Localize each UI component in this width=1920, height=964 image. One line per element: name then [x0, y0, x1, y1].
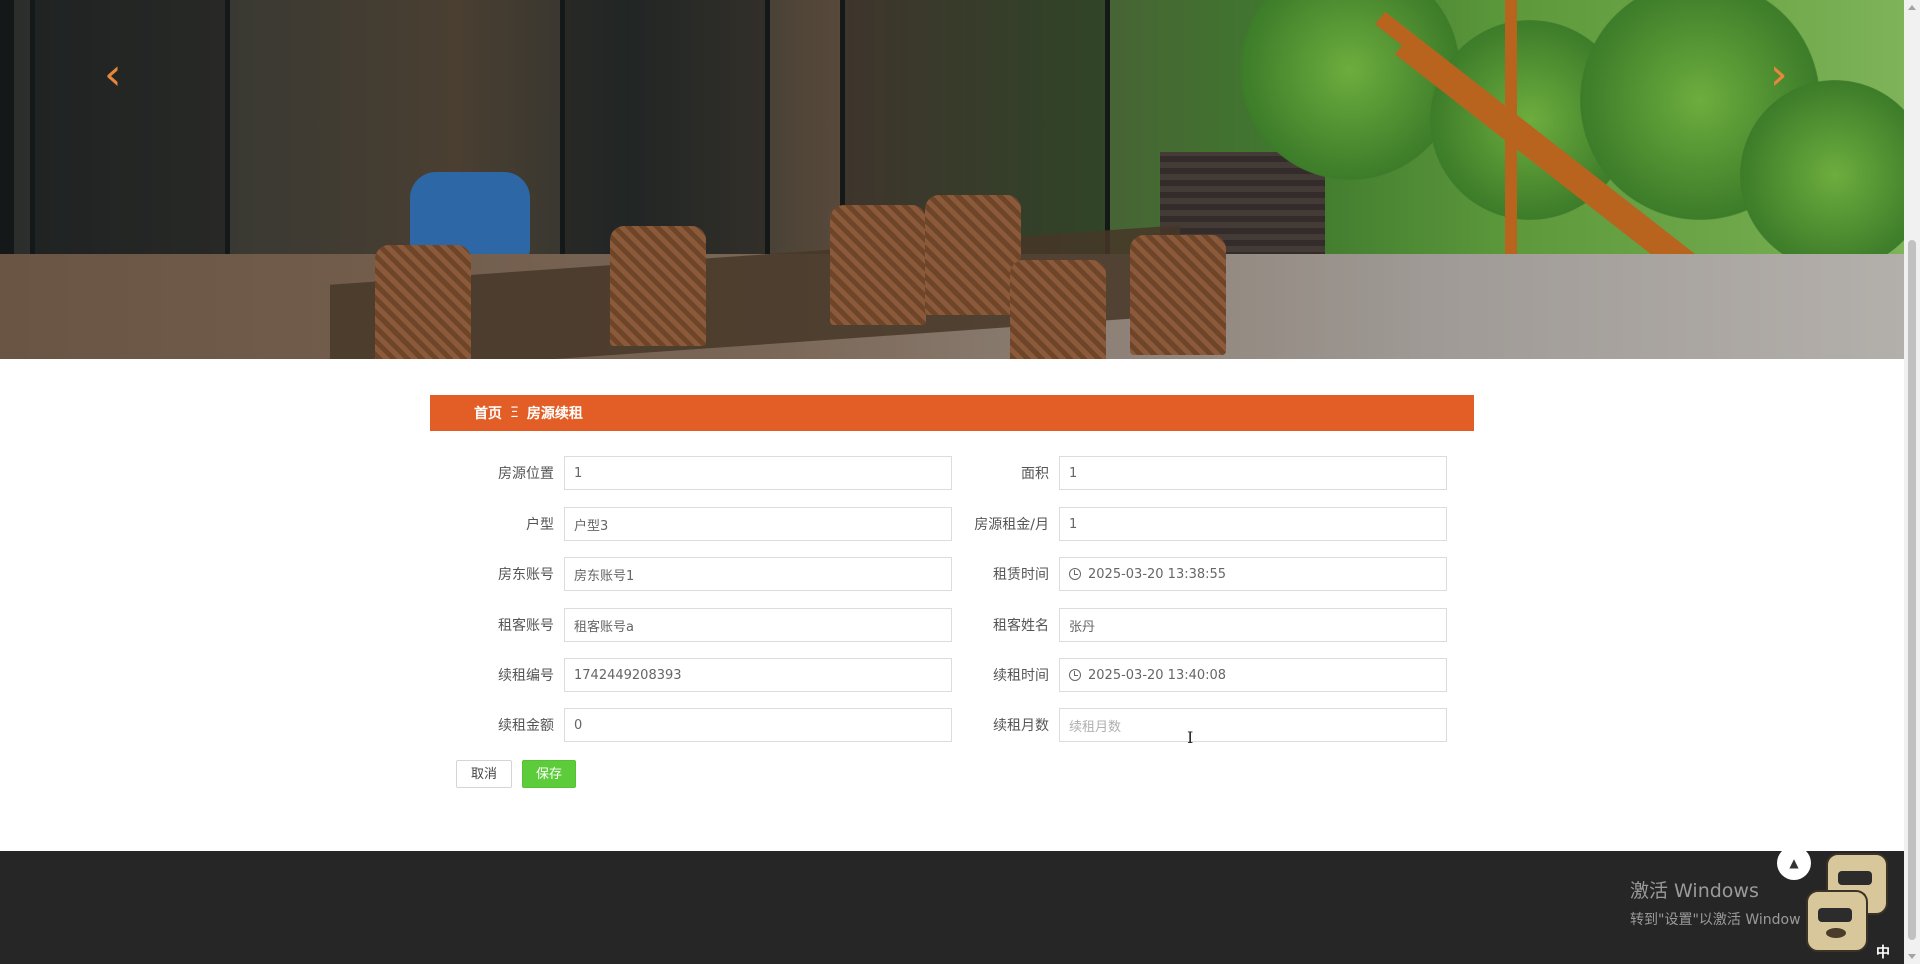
- watermark-subtitle: 转到"设置"以激活 Windows。: [1630, 912, 1800, 928]
- watermark-title: 激活 Windows: [1630, 880, 1759, 902]
- field-label: 租客姓名: [993, 618, 1049, 634]
- form-row-renewal-time: 续租时间 2025-03-20 13:40:08: [929, 658, 1447, 692]
- footer: [0, 851, 1904, 964]
- monthly-rent-field[interactable]: 1: [1059, 507, 1447, 541]
- scroll-up-icon[interactable]: [1908, 5, 1916, 10]
- scroll-down-icon[interactable]: [1908, 954, 1916, 959]
- clock-icon: [1069, 669, 1081, 681]
- mascot-pet-icon[interactable]: [1806, 890, 1868, 952]
- renewal-number-field[interactable]: 1742449208393: [564, 658, 952, 692]
- wicker-chair: [830, 205, 926, 325]
- form-row-tenant-name: 租客姓名 张丹: [929, 608, 1447, 642]
- wicker-chair: [610, 226, 706, 346]
- tenant-account-field[interactable]: 租客账号a: [564, 608, 952, 642]
- form-row-area: 面积 1: [929, 456, 1447, 490]
- layout-field[interactable]: 户型3: [564, 507, 952, 541]
- windows-activation-watermark: 激活 Windows 转到"设置"以激活 Windows。: [1630, 876, 1800, 929]
- wicker-chair: [1130, 235, 1226, 355]
- form-row-renewal-amount: 续租金额 0: [434, 708, 952, 742]
- field-label: 续租时间: [993, 668, 1049, 684]
- text-cursor-icon: I: [1187, 728, 1194, 747]
- field-label: 房源位置: [498, 466, 554, 482]
- field-label: 续租编号: [498, 668, 554, 684]
- ime-indicator[interactable]: 中: [1876, 942, 1890, 962]
- area-field[interactable]: 1: [1059, 456, 1447, 490]
- scrollbar-thumb[interactable]: [1908, 240, 1916, 940]
- back-to-top-button[interactable]: ▲: [1777, 846, 1811, 880]
- wicker-chair: [925, 195, 1021, 315]
- wicker-chair: [1010, 260, 1106, 359]
- lease-time-field[interactable]: 2025-03-20 13:38:55: [1059, 557, 1447, 591]
- field-label: 房源租金/月: [974, 517, 1049, 533]
- form-row-landlord: 房东账号 房东账号1: [434, 557, 952, 591]
- form-row-renewal-no: 续租编号 1742449208393: [434, 658, 952, 692]
- field-label: 面积: [1021, 466, 1049, 482]
- field-label: 续租月数: [993, 718, 1049, 734]
- hero-banner: ‹ ›: [0, 0, 1904, 359]
- wicker-chair: [375, 245, 471, 359]
- save-button[interactable]: 保存: [522, 760, 576, 788]
- renewal-time-field[interactable]: 2025-03-20 13:40:08: [1059, 658, 1447, 692]
- field-label: 房东账号: [498, 567, 554, 583]
- breadcrumb: 首页 Ξ 房源续租: [430, 395, 1474, 431]
- page-scrollbar[interactable]: [1904, 0, 1920, 964]
- cancel-button[interactable]: 取消: [456, 760, 512, 788]
- form-row-layout: 户型 户型3: [434, 507, 952, 541]
- renewal-months-input[interactable]: 续租月数: [1059, 708, 1447, 742]
- breadcrumb-separator-icon: Ξ: [510, 405, 519, 421]
- field-label: 户型: [526, 517, 554, 533]
- field-label: 续租金额: [498, 718, 554, 734]
- staircase: [1375, 0, 1720, 289]
- form-row-tenant-account: 租客账号 租客账号a: [434, 608, 952, 642]
- landlord-account-field[interactable]: 房东账号1: [564, 557, 952, 591]
- tenant-name-field[interactable]: 张丹: [1059, 608, 1447, 642]
- form-row-rent: 房源租金/月 1: [929, 507, 1447, 541]
- field-label: 租赁时间: [993, 567, 1049, 583]
- form-row-lease-time: 租赁时间 2025-03-20 13:38:55: [929, 557, 1447, 591]
- breadcrumb-current: 房源续租: [526, 406, 583, 422]
- field-label: 租客账号: [498, 618, 554, 634]
- location-field[interactable]: 1: [564, 456, 952, 490]
- renewal-amount-field[interactable]: 0: [564, 708, 952, 742]
- breadcrumb-home-link[interactable]: 首页: [474, 403, 502, 423]
- form-row-location: 房源位置 1: [434, 456, 952, 490]
- clock-icon: [1069, 568, 1081, 580]
- carousel-next-arrow[interactable]: ›: [1770, 53, 1800, 97]
- carousel-prev-arrow[interactable]: ‹: [104, 53, 134, 97]
